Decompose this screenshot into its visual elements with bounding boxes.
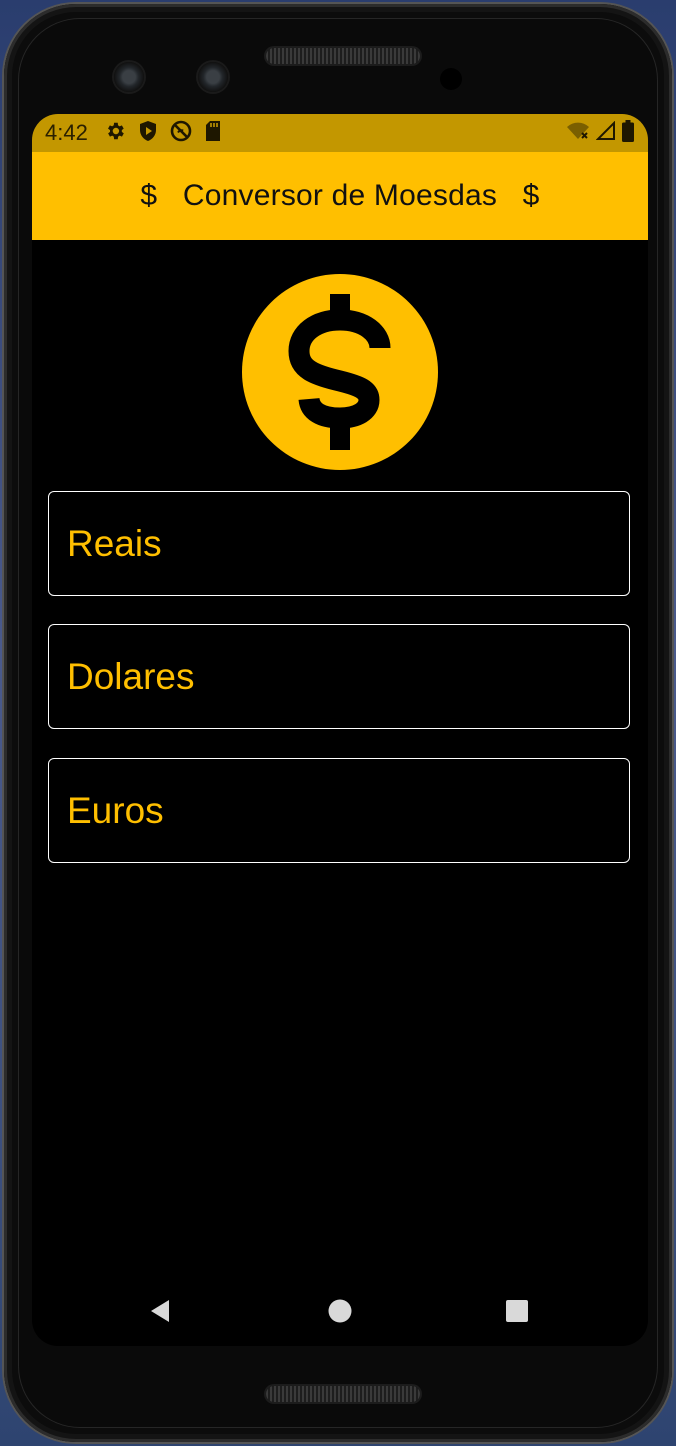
reais-input[interactable]: Reais bbox=[48, 491, 630, 596]
shield-icon bbox=[138, 120, 158, 146]
do-not-disturb-icon bbox=[170, 120, 192, 146]
sd-card-icon bbox=[204, 120, 222, 146]
battery-icon bbox=[622, 120, 634, 146]
bottom-speaker bbox=[266, 1386, 420, 1402]
euros-input-label: Euros bbox=[67, 789, 164, 831]
system-navigation-bar bbox=[32, 1274, 648, 1344]
dolares-input-label: Dolares bbox=[67, 655, 195, 697]
signal-icon bbox=[595, 120, 616, 145]
app-bar: $ Conversor de Moesdas $ bbox=[32, 152, 648, 240]
status-notification-icons bbox=[104, 120, 222, 146]
dolares-input[interactable]: Dolares bbox=[48, 624, 630, 729]
earpiece-speaker bbox=[266, 48, 420, 64]
home-icon[interactable] bbox=[325, 1296, 355, 1326]
gear-icon bbox=[104, 120, 126, 146]
front-camera-icon bbox=[114, 62, 144, 92]
euros-input[interactable]: Euros bbox=[48, 758, 630, 863]
proximity-sensor bbox=[440, 68, 462, 90]
dollar-coin-icon bbox=[242, 274, 438, 470]
app-screen: 4:42 $ Conversor de Moesdas $ Reais Dola… bbox=[32, 114, 648, 1346]
status-system-icons bbox=[566, 120, 634, 146]
front-camera-icon bbox=[198, 62, 228, 92]
wifi-icon bbox=[566, 121, 590, 145]
status-time: 4:42 bbox=[45, 120, 88, 145]
reais-input-label: Reais bbox=[67, 522, 162, 564]
status-bar: 4:42 bbox=[32, 114, 648, 152]
recents-icon[interactable] bbox=[502, 1296, 532, 1326]
back-icon[interactable] bbox=[145, 1296, 175, 1326]
app-title: $ Conversor de Moesdas $ bbox=[140, 179, 540, 212]
